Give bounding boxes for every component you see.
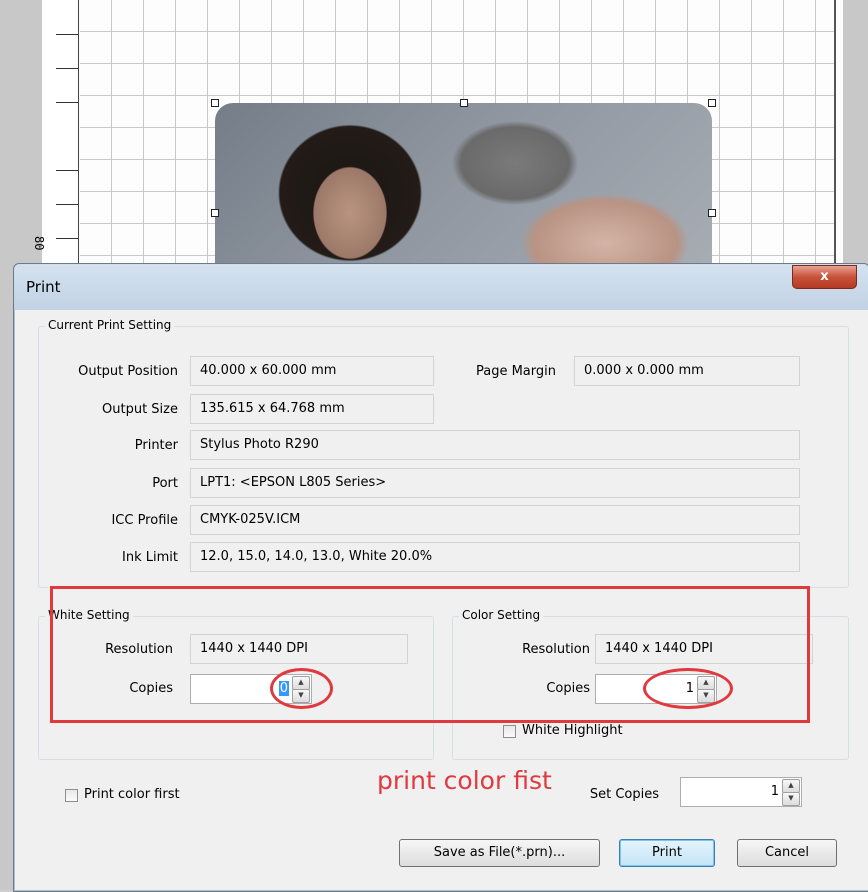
page-margin-field: 0.000 x 0.000 mm — [574, 356, 800, 386]
print-button[interactable]: Print — [619, 839, 715, 867]
ruler-label: 80 — [32, 236, 46, 251]
ruler-tick — [56, 68, 78, 69]
output-size-label: Output Size — [102, 402, 178, 417]
print-color-first-label[interactable]: Print color first — [84, 787, 180, 802]
vertical-ruler — [42, 0, 79, 280]
cancel-button[interactable]: Cancel — [737, 839, 837, 867]
output-position-label: Output Position — [78, 364, 178, 379]
ruler-tick — [56, 238, 78, 239]
port-field: LPT1: <EPSON L805 Series> — [190, 468, 800, 498]
save-as-file-button[interactable]: Save as File(*.prn)... — [399, 839, 600, 867]
ruler-tick — [56, 102, 78, 103]
placed-photo[interactable] — [215, 103, 712, 273]
annotation-text: print color fist — [377, 766, 552, 795]
stepper-buttons: ▲ ▼ — [782, 779, 800, 806]
resize-handle-middle-left[interactable] — [211, 209, 219, 217]
icc-profile-label: ICC Profile — [111, 513, 178, 528]
ruler-tick — [56, 170, 78, 171]
resize-handle-middle-right[interactable] — [708, 209, 716, 217]
print-dialog: Print x Current Print Setting Output Pos… — [13, 263, 868, 892]
set-copies-stepper[interactable]: 1 ▲ ▼ — [680, 777, 802, 807]
resize-handle-top-middle[interactable] — [460, 99, 468, 107]
dialog-title: Print — [26, 278, 61, 296]
white-highlight-label[interactable]: White Highlight — [522, 723, 623, 738]
icc-profile-field: CMYK-025V.ICM — [190, 505, 800, 535]
port-label: Port — [152, 476, 178, 491]
annotation-circle-color-copies — [643, 668, 733, 709]
dialog-titlebar: Print x — [14, 264, 868, 310]
set-copies-label: Set Copies — [589, 787, 659, 802]
sheet-right-edge — [834, 0, 836, 280]
printer-label: Printer — [134, 438, 178, 453]
page-margin-label: Page Margin — [475, 364, 556, 379]
close-icon: x — [820, 269, 829, 284]
close-button[interactable]: x — [792, 265, 857, 289]
resize-handle-top-right[interactable] — [708, 99, 716, 107]
ink-limit-label: Ink Limit — [122, 550, 178, 565]
set-copies-value[interactable]: 1 — [771, 784, 779, 799]
ruler-tick — [56, 34, 78, 35]
white-highlight-checkbox[interactable] — [503, 725, 516, 738]
group-title: Current Print Setting — [45, 318, 175, 332]
annotation-circle-white-copies — [270, 668, 333, 709]
resize-handle-top-left[interactable] — [211, 99, 219, 107]
decrement-arrow-icon[interactable]: ▼ — [782, 792, 800, 806]
dialog-body: Current Print Setting Output Position 40… — [22, 310, 861, 885]
output-position-field: 40.000 x 60.000 mm — [190, 356, 434, 386]
printer-field: Stylus Photo R290 — [190, 430, 800, 460]
ink-limit-field: 12.0, 15.0, 14.0, 13.0, White 20.0% — [190, 542, 800, 572]
ruler-tick — [56, 204, 78, 205]
print-color-first-checkbox[interactable] — [65, 789, 78, 802]
increment-arrow-icon[interactable]: ▲ — [782, 779, 800, 793]
output-size-field: 135.615 x 64.768 mm — [190, 394, 434, 424]
